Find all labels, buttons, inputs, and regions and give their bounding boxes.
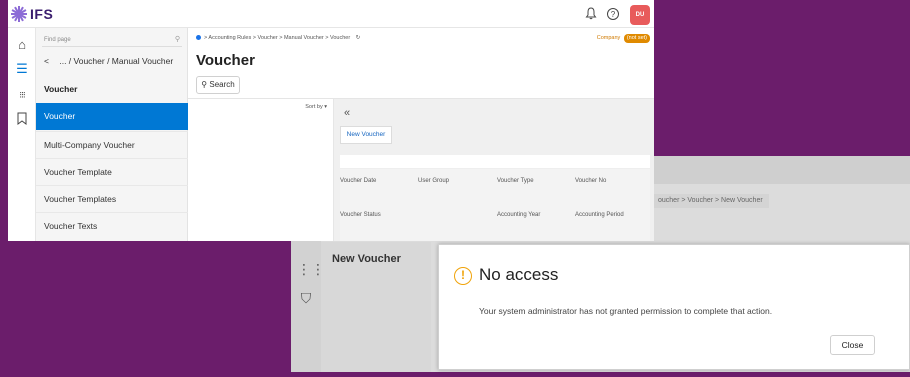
side-rail: ⌂ ☰ ⁝⁝⁝ [8,28,36,241]
field-voucher-date[interactable]: Voucher Date [340,178,376,184]
app-header: IFS ? DU [8,0,654,28]
breadcrumb: > Accounting Rules > Voucher > Manual Vo… [196,34,360,42]
form-header-band [340,155,650,169]
logo-text: IFS [30,6,54,22]
dialog-title: No access [479,265,559,284]
field-user-group[interactable]: User Group [418,178,449,184]
foreground-window: IFS ? DU ⌂ ☰ ⁝⁝⁝ Find page ⚲ < ... / Vou… [8,0,654,241]
breadcrumb-text[interactable]: > Accounting Rules > Voucher > Manual Vo… [204,35,350,41]
menu-icon[interactable]: ☰ [13,60,31,78]
nav-item-voucher-template[interactable]: Voucher Template [36,158,188,185]
user-avatar[interactable]: DU [630,5,650,25]
voucher-form: Voucher Date User Group Voucher Type Vou… [340,155,650,241]
detail-pane: « New Voucher Voucher Date User Group Vo… [334,99,654,241]
caret-down-icon: ▾ [324,104,327,110]
ifs-logo[interactable]: IFS [11,5,53,23]
apps-grid-icon[interactable]: ⁝⁝⁝ [13,86,31,104]
nav-item-multi-company-voucher[interactable]: Multi-Company Voucher [36,131,188,158]
field-voucher-no[interactable]: Voucher No [575,178,606,184]
home-dot-icon[interactable] [196,35,201,41]
company-selector[interactable]: Company (not set) [597,34,650,43]
home-icon[interactable]: ⌂ [13,36,31,54]
field-accounting-year[interactable]: Accounting Year [497,212,540,218]
bell-icon[interactable] [584,7,598,21]
page-title: Voucher [196,52,255,69]
bookmark-icon[interactable] [13,112,31,130]
sort-by-dropdown[interactable]: Sort by ▾ [305,104,327,110]
search-icon: ⚲ [174,36,180,43]
search-button[interactable]: ⚲ Search [196,76,240,94]
nav-item-voucher-texts[interactable]: Voucher Texts [36,212,188,239]
record-list-pane: Sort by ▾ [188,99,334,241]
close-button[interactable]: Close [830,335,875,355]
field-accounting-period[interactable]: Accounting Period [575,212,624,218]
navigator-panel: Find page ⚲ < ... / Voucher / Manual Vou… [36,28,188,241]
help-icon[interactable]: ? [606,7,620,21]
search-icon: ⚲ [201,80,208,89]
nav-back-button[interactable]: < ... / Voucher / Manual Voucher [44,56,173,66]
logo-mark-icon [11,6,27,22]
nav-item-voucher-templates[interactable]: Voucher Templates [36,185,188,212]
no-access-dialog: ! No access Your system administrator ha… [438,244,910,370]
company-label: Company [596,35,621,41]
bookmark-icon[interactable]: ⛉ [297,289,315,307]
chevron-left-icon: < [44,56,49,66]
find-page-input[interactable]: Find page ⚲ [42,33,182,47]
nav-section-title: Voucher [44,84,78,94]
main-content: > Accounting Rules > Voucher > Manual Vo… [188,28,654,241]
apps-grid-icon[interactable]: ⋮⋮⋮ [297,260,339,278]
back-breadcrumb: oucher > Voucher > New Voucher [652,194,769,208]
refresh-icon[interactable]: ↻ [356,35,361,41]
nav-item-voucher[interactable]: Voucher [36,103,188,130]
collapse-icon[interactable]: « [344,107,350,119]
field-voucher-status[interactable]: Voucher Status [340,212,381,218]
back-page-title: New Voucher [332,253,401,265]
search-button-label: Search [209,80,235,89]
nav-back-label: ... / Voucher / Manual Voucher [59,56,174,66]
new-voucher-button[interactable]: New Voucher [340,126,392,144]
dialog-message: Your system administrator has not grante… [479,306,773,316]
svg-text:?: ? [611,10,616,19]
sort-by-label: Sort by [305,104,323,110]
company-value-badge: (not set) [623,34,650,43]
find-page-placeholder: Find page [44,37,71,43]
field-voucher-type[interactable]: Voucher Type [497,178,534,184]
warning-icon: ! [454,267,472,285]
